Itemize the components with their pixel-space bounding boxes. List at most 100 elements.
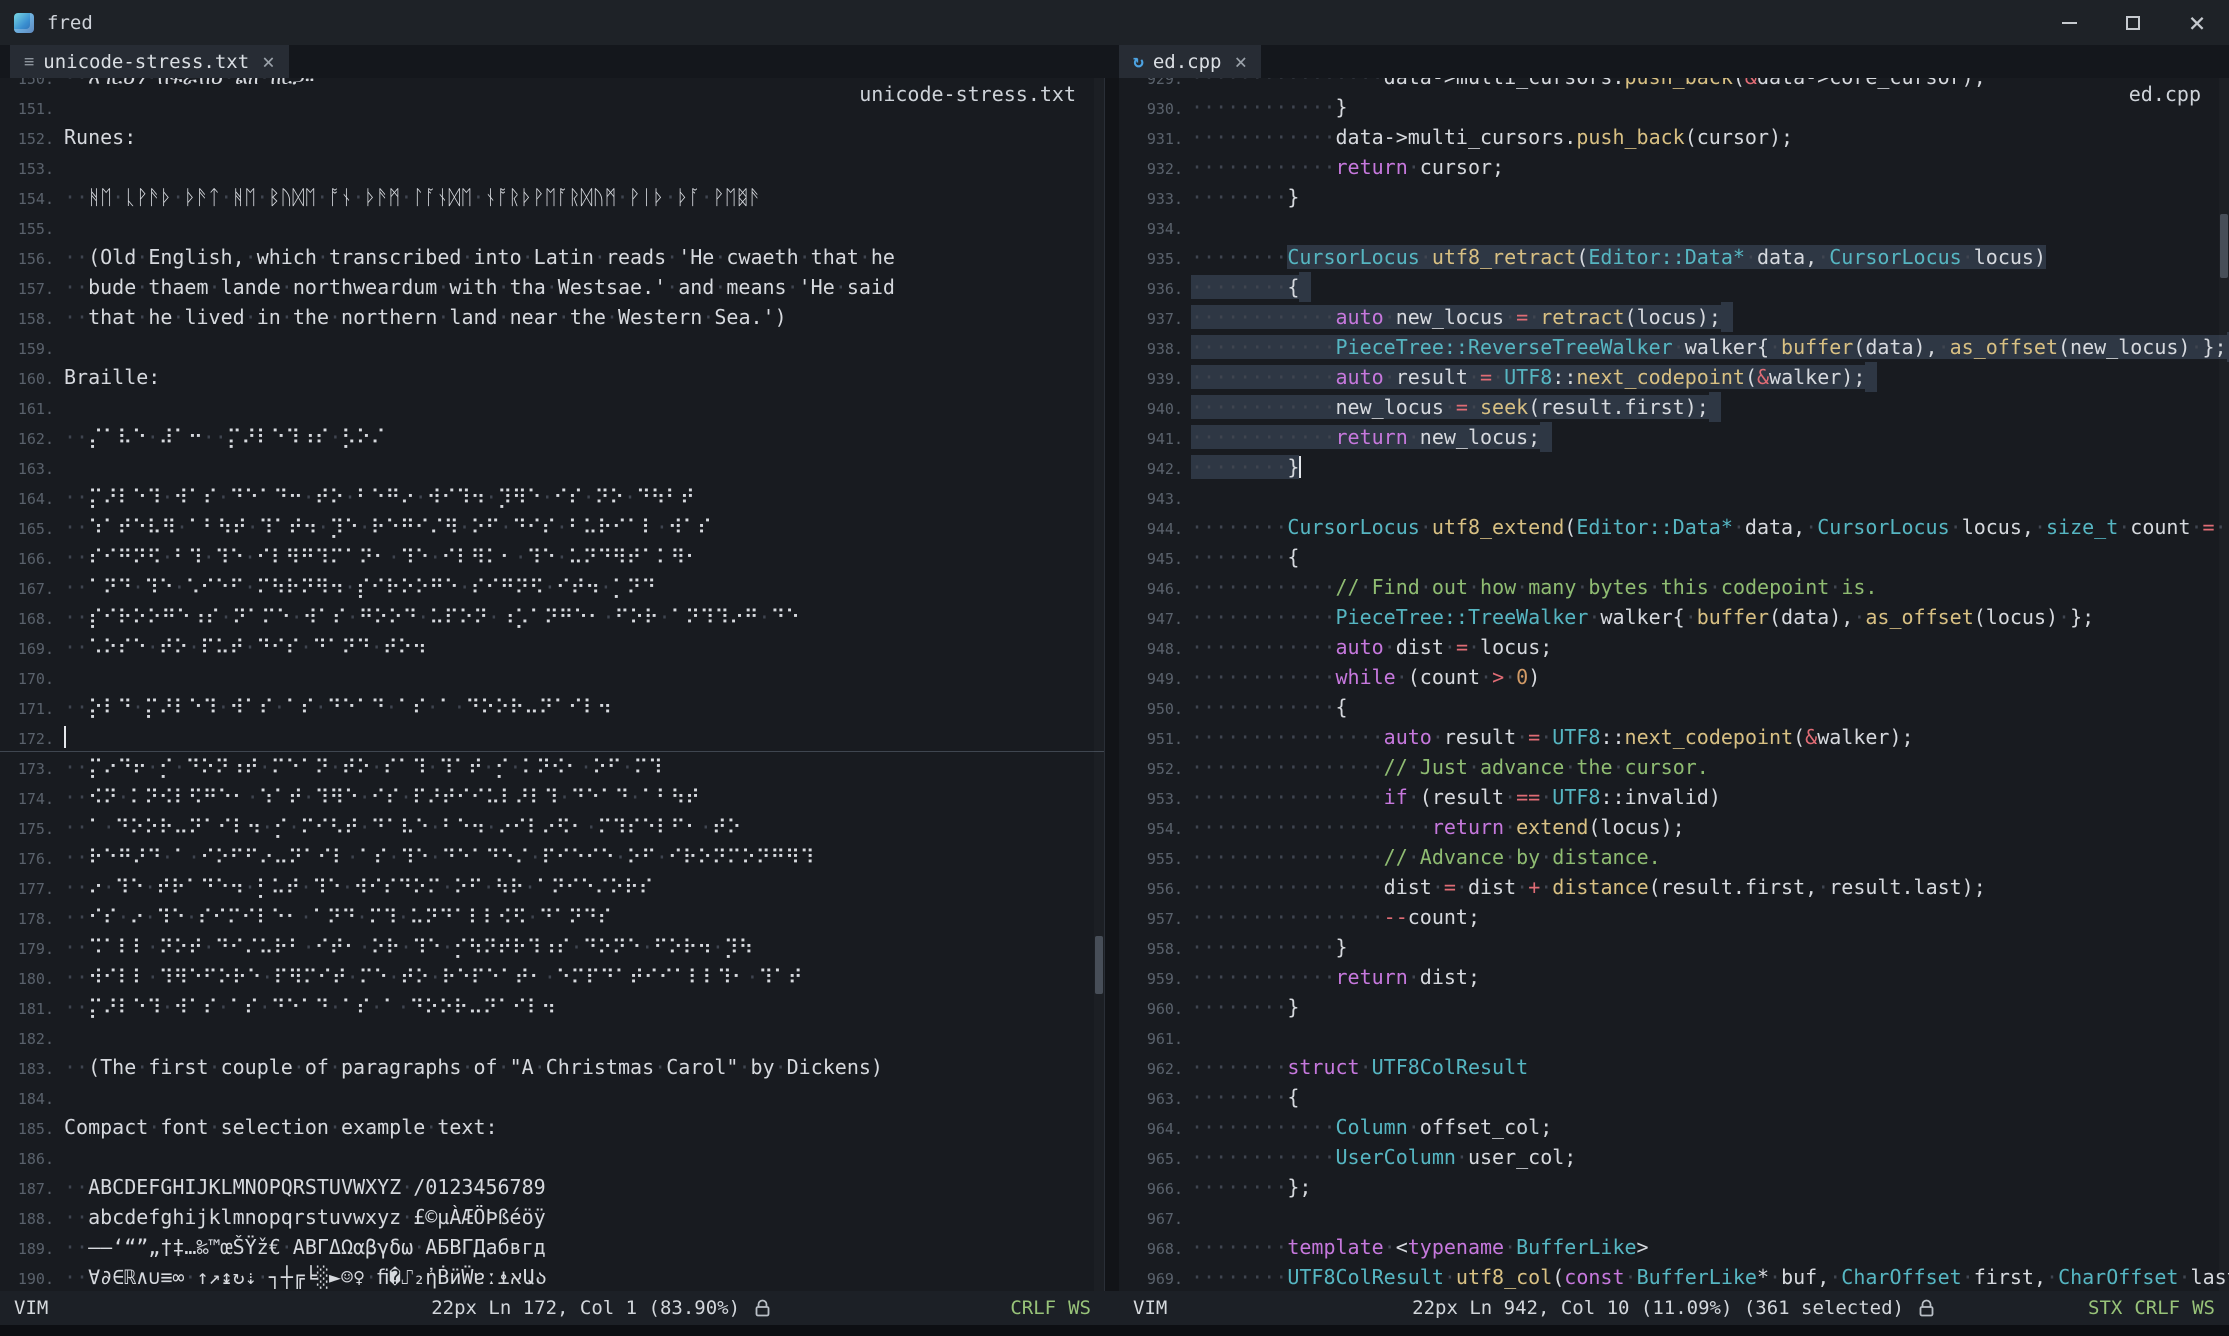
code-line[interactable]: 189.··–—‘“”„†‡…‰™œŠŸž€·ΑΒΓΔΩαβγδω·АБВГДа… bbox=[0, 1232, 1104, 1262]
lock-icon[interactable] bbox=[1918, 1299, 1935, 1318]
code-line[interactable]: 162.··⡌⠁⠧⠑·⠼⠁⠒··⡍⠜⠇⠑⠹⠰⠎·⡣⠕⠌ bbox=[0, 422, 1104, 452]
code-line[interactable]: 954.····················return·extend(lo… bbox=[1119, 812, 2229, 842]
code-line[interactable]: 931.············data->multi_cursors.push… bbox=[1119, 122, 2229, 152]
code-line[interactable]: 174.··⠪⠝·⠅⠝⠪⠇⠫⠛⠑⠂·⠱⠁⠞·⠹⠻⠑·⠊⠎·⠏⠜⠞⠊⠊⠥⠇⠜⠇⠹·… bbox=[0, 782, 1104, 812]
scrollbar[interactable] bbox=[2219, 78, 2229, 1291]
code-line[interactable]: 163. bbox=[0, 452, 1104, 482]
lock-icon[interactable] bbox=[754, 1299, 771, 1318]
tab-close-icon[interactable]: × bbox=[262, 50, 275, 74]
code-line[interactable]: 176.··⠗⠑⠛⠜⠙·⠁·⠊⠕⠋⠋⠔⠤⠝⠁⠊⠇·⠁⠎·⠹⠑·⠙⠑⠁⠙⠑⠌·⠏⠊… bbox=[0, 842, 1104, 872]
pane-divider[interactable] bbox=[1105, 78, 1119, 1291]
code-line[interactable]: 940.············new_locus·=·seek(result.… bbox=[1119, 392, 2229, 422]
code-line[interactable]: 172. bbox=[0, 722, 1104, 752]
window-titlebar[interactable]: fred × bbox=[0, 0, 2229, 45]
editor-pane-left[interactable]: 150.··እግርህን·በፍራሽህ·ልክ·ዘርጋ።151.152.Runes:1… bbox=[0, 78, 1105, 1291]
code-line[interactable]: 177.··⠔·⠹⠑·⠞⠗⠁⠙⠑⠲·⡃⠥⠞·⠹⠑·⠺⠊⠎⠙⠕⠍·⠕⠋·⠳⠗·⠁⠝… bbox=[0, 872, 1104, 902]
code-line[interactable]: 154.··ᚻᛖ·ᚳᚹᚫᚦ·ᚦᚫᛏ·ᚻᛖ·ᛒᚢᛞᛖ·ᚩᚾ·ᚦᚫᛗ·ᛚᚪᚾᛞᛖ·ᚾ… bbox=[0, 182, 1104, 212]
code-line[interactable]: 947.············PieceTree::TreeWalker·wa… bbox=[1119, 602, 2229, 632]
eol-indicator[interactable]: CRLF bbox=[2134, 1297, 2180, 1319]
code-line[interactable]: 962.········struct·UTF8ColResult bbox=[1119, 1052, 2229, 1082]
code-line[interactable]: 180.··⠺⠊⠇⠇·⠹⠻⠑⠋⠕⠗⠑·⠏⠻⠍⠊⠞·⠍⠑·⠞⠕·⠗⠑⠏⠑⠁⠞⠂·⠑… bbox=[0, 962, 1104, 992]
code-line[interactable]: 964.············Column·offset_col; bbox=[1119, 1112, 2229, 1142]
code-line[interactable]: 157.··bude·thaem·lande·northweardum·with… bbox=[0, 272, 1104, 302]
code-line[interactable]: 943. bbox=[1119, 482, 2229, 512]
code-line[interactable]: 190.··∀∂∈ℝ∧∪≡∞·↑↗↨↻⇣·┐┼╔╘░►☺♀·ﬁ�⑀₂ἠḂӥẄɐː… bbox=[0, 1262, 1104, 1291]
code-line[interactable]: 969.········UTF8ColResult·utf8_col(const… bbox=[1119, 1262, 2229, 1291]
window-close-button[interactable]: × bbox=[2165, 0, 2229, 45]
code-line[interactable]: 178.··⠊⠎·⠔·⠹⠑·⠎⠊⠍⠊⠇⠑⠂·⠁⠝⠙·⠍⠹·⠥⠝⠙⠁⠇⠇⠪⠫·⠙⠁… bbox=[0, 902, 1104, 932]
code-line[interactable]: 175.··⠁·⠙⠕⠕⠗⠤⠝⠁⠊⠇⠲·⡊·⠍⠊⠣⠞·⠙⠁⠧⠑·⠃⠑⠲·⠔⠊⠇⠔⠫… bbox=[0, 812, 1104, 842]
code-line[interactable]: 181.··⡍⠜⠇⠑⠹·⠺⠁⠎·⠁⠎·⠙⠑⠁⠙·⠁⠎·⠁·⠙⠕⠕⠗⠤⠝⠁⠊⠇⠲ bbox=[0, 992, 1104, 1022]
code-line[interactable]: 941.············return·new_locus; bbox=[1119, 422, 2229, 452]
code-line[interactable]: 960.········} bbox=[1119, 992, 2229, 1022]
code-line[interactable]: 952.················//·Just·advance·the·… bbox=[1119, 752, 2229, 782]
code-line[interactable]: 938.············PieceTree::ReverseTreeWa… bbox=[1119, 332, 2229, 362]
encoding-indicator[interactable]: STX bbox=[2088, 1297, 2122, 1319]
whitespace-indicator[interactable]: WS bbox=[1068, 1297, 1091, 1319]
scrollbar[interactable] bbox=[1094, 78, 1104, 1291]
window-minimize-button[interactable] bbox=[2037, 0, 2101, 45]
window-maximize-button[interactable] bbox=[2101, 0, 2165, 45]
code-line[interactable]: 159. bbox=[0, 332, 1104, 362]
code-line[interactable]: 966.········}; bbox=[1119, 1172, 2229, 1202]
code-line[interactable]: 179.··⠩⠁⠇⠇·⠝⠕⠞·⠙⠊⠌⠥⠗⠃·⠊⠞⠂·⠕⠗·⠹⠑·⡊⠳⠝⠞⠗⠹⠰⠎… bbox=[0, 932, 1104, 962]
code-line[interactable]: 156.··(Old·English,·which·transcribed·in… bbox=[0, 242, 1104, 272]
code-line[interactable]: 168.··⡎⠊⠗⠕⠕⠛⠑⠰⠎·⠝⠁⠍⠑·⠺⠁⠎·⠛⠕⠕⠙·⠥⠏⠕⠝·⠰⡡⠁⠝⠛… bbox=[0, 602, 1104, 632]
code-line[interactable]: 173.··⡍⠔⠙⠖·⡊·⠙⠕⠝⠰⠞·⠍⠑⠁⠝·⠞⠕·⠎⠁⠹·⠹⠁⠞·⡊·⠅⠝⠪… bbox=[0, 752, 1104, 782]
tab-close-icon[interactable]: × bbox=[1234, 50, 1247, 74]
code-line[interactable]: 936.········{ bbox=[1119, 272, 2229, 302]
code-line[interactable]: 188.··abcdefghijklmnopqrstuvwxyz·£©µÀÆÖÞ… bbox=[0, 1202, 1104, 1232]
editor-pane-right[interactable]: 929.················data->multi_cursors.… bbox=[1119, 78, 2229, 1291]
code-line[interactable]: 957.················--count; bbox=[1119, 902, 2229, 932]
code-line[interactable]: 182. bbox=[0, 1022, 1104, 1052]
code-line[interactable]: 945.········{ bbox=[1119, 542, 2229, 572]
code-line[interactable]: 185.Compact·font·selection·example·text: bbox=[0, 1112, 1104, 1142]
eol-indicator[interactable]: CRLF bbox=[1010, 1297, 1056, 1319]
code-line[interactable]: 965.············UserColumn·user_col; bbox=[1119, 1142, 2229, 1172]
code-line[interactable]: 153. bbox=[0, 152, 1104, 182]
code-line[interactable]: 933.········} bbox=[1119, 182, 2229, 212]
code-line[interactable]: 186. bbox=[0, 1142, 1104, 1172]
code-line[interactable]: 930.············} bbox=[1119, 92, 2229, 122]
code-line[interactable]: 951.················auto·result·=·UTF8::… bbox=[1119, 722, 2229, 752]
code-line[interactable]: 968.········template·<typename·BufferLik… bbox=[1119, 1232, 2229, 1262]
code-line[interactable]: 165.··⠱⠁⠞⠑⠧⠻·⠁⠃⠳⠞·⠹⠁⠞⠲·⡹⠑·⠗⠑⠛⠊⠌⠻·⠕⠋·⠙⠊⠎·… bbox=[0, 512, 1104, 542]
code-line[interactable]: 929.················data->multi_cursors.… bbox=[1119, 78, 2229, 92]
code-line[interactable]: 946.············//·Find·out·how·many·byt… bbox=[1119, 572, 2229, 602]
code-line[interactable]: 160.Braille: bbox=[0, 362, 1104, 392]
code-line[interactable]: 161. bbox=[0, 392, 1104, 422]
code-line[interactable]: 158.··that·he·lived·in·the·northern·land… bbox=[0, 302, 1104, 332]
code-line[interactable]: 935.········CursorLocus·utf8_retract(Edi… bbox=[1119, 242, 2229, 272]
code-line[interactable]: 944.········CursorLocus·utf8_extend(Edit… bbox=[1119, 512, 2229, 542]
code-line[interactable]: 183.··(The·first·couple·of·paragraphs·of… bbox=[0, 1052, 1104, 1082]
code-line[interactable]: 955.················//·Advance·by·distan… bbox=[1119, 842, 2229, 872]
scrollbar-thumb[interactable] bbox=[1095, 936, 1103, 994]
code-line[interactable]: 155. bbox=[0, 212, 1104, 242]
code-line[interactable]: 152.Runes: bbox=[0, 122, 1104, 152]
code-line[interactable]: 942.········} bbox=[1119, 452, 2229, 482]
code-line[interactable]: 170. bbox=[0, 662, 1104, 692]
code-line[interactable]: 953.················if·(result·==·UTF8::… bbox=[1119, 782, 2229, 812]
whitespace-indicator[interactable]: WS bbox=[2192, 1297, 2215, 1319]
scrollbar-thumb[interactable] bbox=[2220, 214, 2228, 278]
code-line[interactable]: 948.············auto·dist·=·locus; bbox=[1119, 632, 2229, 662]
code-line[interactable]: 184. bbox=[0, 1082, 1104, 1112]
tab-ed-cpp[interactable]: ↻ ed.cpp × bbox=[1119, 45, 1261, 78]
code-line[interactable]: 187.··ABCDEFGHIJKLMNOPQRSTUVWXYZ·/012345… bbox=[0, 1172, 1104, 1202]
code-line[interactable]: 169.··⠡⠕⠎⠑·⠞⠕·⠏⠥⠞·⠙⠊⠎·⠙⠁⠝⠙·⠞⠕⠲ bbox=[0, 632, 1104, 662]
code-line[interactable]: 939.············auto·result·=·UTF8::next… bbox=[1119, 362, 2229, 392]
code-line[interactable]: 950.············{ bbox=[1119, 692, 2229, 722]
code-line[interactable]: 949.············while·(count·>·0) bbox=[1119, 662, 2229, 692]
code-line[interactable]: 164.··⡍⠜⠇⠑⠹·⠺⠁⠎·⠙⠑⠁⠙⠒·⠞⠕·⠃⠑⠛⠔·⠺⠊⠹⠲·⡹⠻⠑·⠊… bbox=[0, 482, 1104, 512]
code-line[interactable]: 934. bbox=[1119, 212, 2229, 242]
code-line[interactable]: 937.············auto·new_locus·=·retract… bbox=[1119, 302, 2229, 332]
code-line[interactable]: 166.··⠎⠊⠛⠝⠫·⠃⠹·⠹⠑·⠊⠇⠻⠛⠹⠍⠁⠝⠂·⠹⠑·⠊⠇⠻⠅⠂·⠹⠑·… bbox=[0, 542, 1104, 572]
code-line[interactable]: 959.············return·dist; bbox=[1119, 962, 2229, 992]
code-line[interactable]: 167.··⠁⠝⠙·⠹⠑·⠡⠊⠑⠋·⠍⠳⠗⠝⠻⠲·⡎⠊⠗⠕⠕⠛⠑·⠎⠊⠛⠝⠫·⠊… bbox=[0, 572, 1104, 602]
code-line[interactable]: 963.········{ bbox=[1119, 1082, 2229, 1112]
tab-unicode-stress-txt[interactable]: ≡ unicode-stress.txt × bbox=[10, 45, 289, 78]
code-line[interactable]: 967. bbox=[1119, 1202, 2229, 1232]
code-line[interactable]: 958.············} bbox=[1119, 932, 2229, 962]
code-line[interactable]: 932.············return·cursor; bbox=[1119, 152, 2229, 182]
code-line[interactable]: 171.··⡕⠇⠙·⡍⠜⠇⠑⠹·⠺⠁⠎·⠁⠎·⠙⠑⠁⠙·⠁⠎·⠁·⠙⠕⠕⠗⠤⠝⠁… bbox=[0, 692, 1104, 722]
